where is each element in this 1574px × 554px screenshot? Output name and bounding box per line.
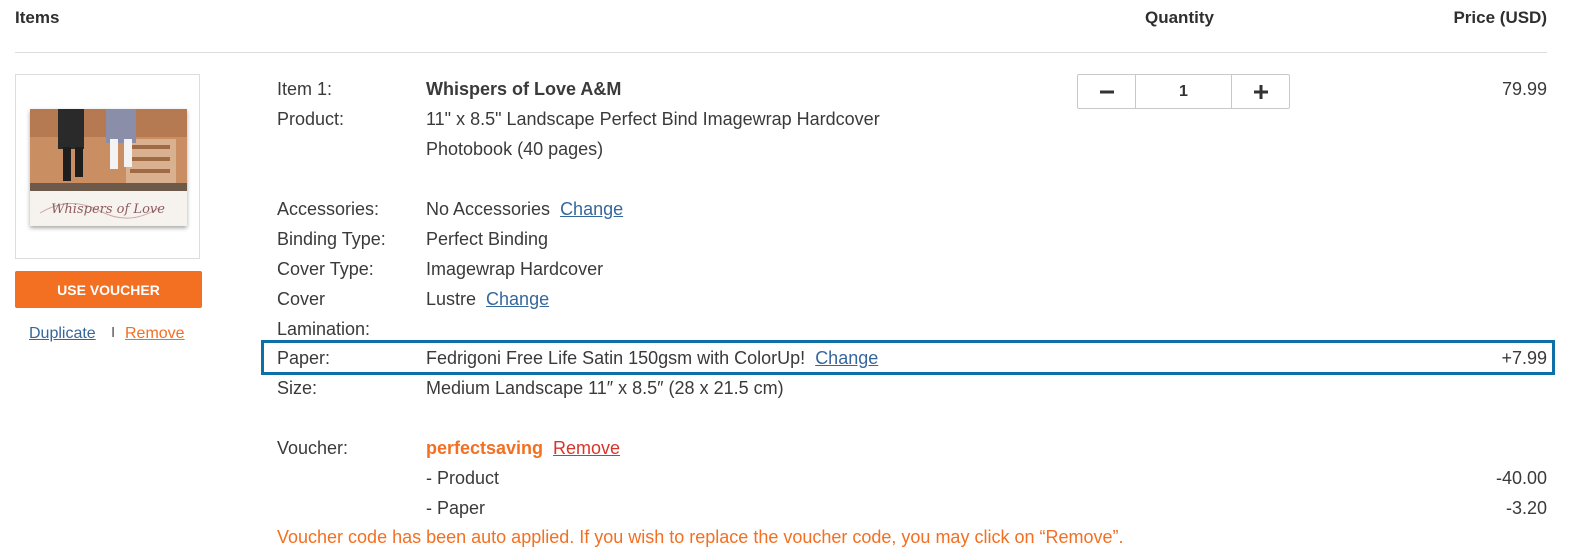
thumbnail-title-text: Whispers of Love bbox=[51, 202, 165, 217]
accessories-row: No Accessories Change bbox=[426, 199, 623, 220]
voucher-code: perfectsaving bbox=[426, 438, 544, 458]
accessories-label: Accessories: bbox=[277, 199, 380, 219]
duplicate-link[interactable]: Duplicate bbox=[29, 325, 96, 343]
paper-price: +7.99 bbox=[1501, 348, 1547, 368]
cover-lamination-value: Lustre bbox=[426, 289, 477, 309]
cover-lamination-change-link[interactable]: Change bbox=[486, 289, 549, 309]
discount-paper-value: -3.20 bbox=[1505, 498, 1547, 518]
minus-icon bbox=[1099, 78, 1114, 106]
quantity-column-header: Quantity bbox=[1145, 8, 1214, 27]
decrease-quantity-button[interactable] bbox=[1078, 75, 1136, 108]
cover-type-value: Imagewrap Hardcover bbox=[426, 259, 604, 279]
voucher-label: Voucher: bbox=[277, 438, 349, 458]
quantity-input[interactable]: 1 bbox=[1136, 75, 1231, 108]
binding-type-label: Binding Type: bbox=[277, 229, 386, 249]
product-thumbnail[interactable]: Whispers of Love bbox=[15, 74, 200, 259]
link-separator: I bbox=[111, 324, 116, 341]
quantity-stepper: 1 bbox=[1077, 74, 1290, 109]
use-voucher-button[interactable]: USE VOUCHER bbox=[15, 271, 202, 308]
cover-lamination-label-line2: Lamination: bbox=[277, 319, 371, 339]
remove-item-link[interactable]: Remove bbox=[125, 325, 185, 343]
discount-paper-label: - Paper bbox=[426, 498, 486, 518]
items-column-header: Items bbox=[15, 8, 60, 27]
increase-quantity-button[interactable] bbox=[1231, 75, 1289, 108]
accessories-change-link[interactable]: Change bbox=[560, 199, 623, 219]
product-value-line2: Photobook (40 pages) bbox=[426, 139, 604, 159]
size-value: Medium Landscape 11″ x 8.5″ (28 x 21.5 c… bbox=[426, 378, 784, 398]
item-label: Item 1: bbox=[277, 79, 333, 99]
item-name: Whispers of Love A&M bbox=[426, 79, 622, 99]
accessories-value: No Accessories bbox=[426, 199, 551, 219]
header-divider bbox=[15, 52, 1547, 53]
cover-lamination-row: Lustre Change bbox=[426, 289, 549, 310]
voucher-auto-applied-note: Voucher code has been auto applied. If y… bbox=[277, 527, 1124, 547]
paper-label: Paper: bbox=[277, 348, 331, 368]
product-label: Product: bbox=[277, 109, 345, 129]
voucher-remove-link[interactable]: Remove bbox=[553, 438, 620, 458]
price-column-header: Price (USD) bbox=[1453, 8, 1547, 27]
plus-icon bbox=[1253, 78, 1268, 106]
paper-row: Fedrigoni Free Life Satin 150gsm with Co… bbox=[426, 348, 878, 369]
cover-lamination-label-line1: Cover bbox=[277, 289, 326, 309]
paper-change-link[interactable]: Change bbox=[815, 348, 878, 368]
size-label: Size: bbox=[277, 378, 318, 398]
photobook-cover-image: Whispers of Love bbox=[30, 109, 187, 226]
discount-product-label: - Product bbox=[426, 468, 500, 488]
voucher-row: perfectsaving Remove bbox=[426, 438, 620, 459]
item-price: 79.99 bbox=[1501, 79, 1547, 99]
discount-product-value: -40.00 bbox=[1495, 468, 1547, 488]
paper-value: Fedrigoni Free Life Satin 150gsm with Co… bbox=[426, 348, 806, 368]
cover-type-label: Cover Type: bbox=[277, 259, 374, 279]
product-value-line1: 11" x 8.5" Landscape Perfect Bind Imagew… bbox=[426, 109, 880, 129]
binding-type-value: Perfect Binding bbox=[426, 229, 549, 249]
